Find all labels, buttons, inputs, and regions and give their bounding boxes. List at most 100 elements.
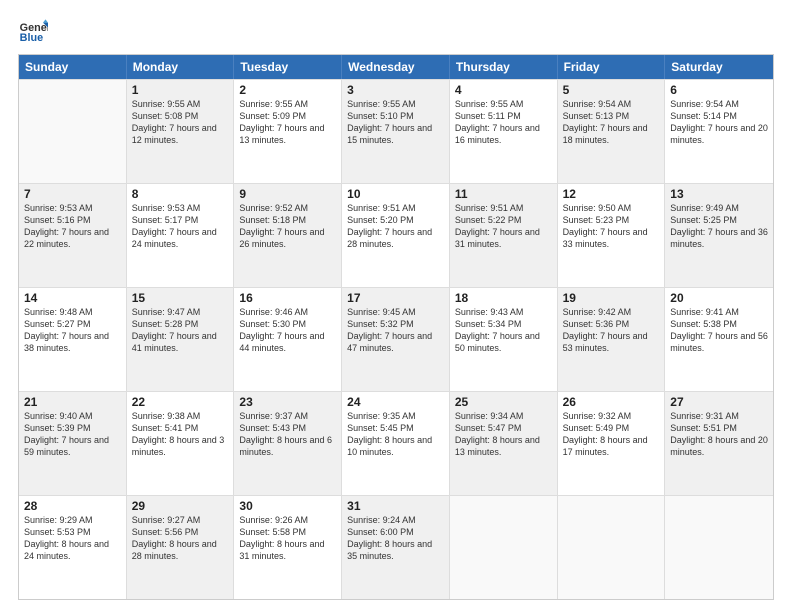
daylight-text: Daylight: 7 hours and 38 minutes. [24, 330, 121, 354]
daylight-text: Daylight: 7 hours and 31 minutes. [455, 226, 552, 250]
daylight-text: Daylight: 7 hours and 44 minutes. [239, 330, 336, 354]
daylight-text: Daylight: 7 hours and 18 minutes. [563, 122, 660, 146]
daylight-text: Daylight: 7 hours and 16 minutes. [455, 122, 552, 146]
daylight-text: Daylight: 8 hours and 17 minutes. [563, 434, 660, 458]
sunrise-text: Sunrise: 9:38 AM [132, 410, 229, 422]
sunrise-text: Sunrise: 9:34 AM [455, 410, 552, 422]
daylight-text: Daylight: 7 hours and 53 minutes. [563, 330, 660, 354]
calendar-header: SundayMondayTuesdayWednesdayThursdayFrid… [19, 55, 773, 79]
sunrise-text: Sunrise: 9:24 AM [347, 514, 444, 526]
day-number: 12 [563, 187, 660, 201]
day-number: 11 [455, 187, 552, 201]
daylight-text: Daylight: 8 hours and 6 minutes. [239, 434, 336, 458]
sunrise-text: Sunrise: 9:37 AM [239, 410, 336, 422]
table-row [450, 496, 558, 599]
day-number: 6 [670, 83, 768, 97]
sunrise-text: Sunrise: 9:32 AM [563, 410, 660, 422]
day-header-monday: Monday [127, 55, 235, 79]
table-row: 8Sunrise: 9:53 AMSunset: 5:17 PMDaylight… [127, 184, 235, 287]
daylight-text: Daylight: 8 hours and 13 minutes. [455, 434, 552, 458]
day-number: 22 [132, 395, 229, 409]
table-row: 6Sunrise: 9:54 AMSunset: 5:14 PMDaylight… [665, 80, 773, 183]
table-row: 9Sunrise: 9:52 AMSunset: 5:18 PMDaylight… [234, 184, 342, 287]
sunset-text: Sunset: 5:25 PM [670, 214, 768, 226]
sunrise-text: Sunrise: 9:43 AM [455, 306, 552, 318]
day-number: 18 [455, 291, 552, 305]
day-header-thursday: Thursday [450, 55, 558, 79]
logo: General Blue [18, 16, 48, 46]
sunset-text: Sunset: 5:10 PM [347, 110, 444, 122]
table-row: 31Sunrise: 9:24 AMSunset: 6:00 PMDayligh… [342, 496, 450, 599]
day-number: 25 [455, 395, 552, 409]
sunset-text: Sunset: 5:09 PM [239, 110, 336, 122]
sunrise-text: Sunrise: 9:35 AM [347, 410, 444, 422]
daylight-text: Daylight: 7 hours and 36 minutes. [670, 226, 768, 250]
daylight-text: Daylight: 7 hours and 28 minutes. [347, 226, 444, 250]
sunrise-text: Sunrise: 9:46 AM [239, 306, 336, 318]
sunrise-text: Sunrise: 9:55 AM [239, 98, 336, 110]
calendar-week-3: 14Sunrise: 9:48 AMSunset: 5:27 PMDayligh… [19, 287, 773, 391]
table-row: 19Sunrise: 9:42 AMSunset: 5:36 PMDayligh… [558, 288, 666, 391]
table-row: 26Sunrise: 9:32 AMSunset: 5:49 PMDayligh… [558, 392, 666, 495]
sunset-text: Sunset: 5:11 PM [455, 110, 552, 122]
sunset-text: Sunset: 5:27 PM [24, 318, 121, 330]
table-row: 21Sunrise: 9:40 AMSunset: 5:39 PMDayligh… [19, 392, 127, 495]
sunrise-text: Sunrise: 9:45 AM [347, 306, 444, 318]
table-row: 13Sunrise: 9:49 AMSunset: 5:25 PMDayligh… [665, 184, 773, 287]
calendar: SundayMondayTuesdayWednesdayThursdayFrid… [18, 54, 774, 600]
sunrise-text: Sunrise: 9:51 AM [347, 202, 444, 214]
sunrise-text: Sunrise: 9:49 AM [670, 202, 768, 214]
day-number: 23 [239, 395, 336, 409]
daylight-text: Daylight: 8 hours and 35 minutes. [347, 538, 444, 562]
sunset-text: Sunset: 5:17 PM [132, 214, 229, 226]
sunrise-text: Sunrise: 9:55 AM [347, 98, 444, 110]
sunrise-text: Sunrise: 9:47 AM [132, 306, 229, 318]
daylight-text: Daylight: 7 hours and 13 minutes. [239, 122, 336, 146]
day-header-saturday: Saturday [665, 55, 773, 79]
calendar-week-5: 28Sunrise: 9:29 AMSunset: 5:53 PMDayligh… [19, 495, 773, 599]
day-number: 19 [563, 291, 660, 305]
table-row: 11Sunrise: 9:51 AMSunset: 5:22 PMDayligh… [450, 184, 558, 287]
daylight-text: Daylight: 7 hours and 56 minutes. [670, 330, 768, 354]
sunrise-text: Sunrise: 9:42 AM [563, 306, 660, 318]
daylight-text: Daylight: 7 hours and 15 minutes. [347, 122, 444, 146]
svg-text:Blue: Blue [20, 32, 43, 44]
day-header-wednesday: Wednesday [342, 55, 450, 79]
daylight-text: Daylight: 7 hours and 24 minutes. [132, 226, 229, 250]
sunrise-text: Sunrise: 9:26 AM [239, 514, 336, 526]
sunrise-text: Sunrise: 9:55 AM [455, 98, 552, 110]
daylight-text: Daylight: 7 hours and 50 minutes. [455, 330, 552, 354]
day-number: 3 [347, 83, 444, 97]
day-number: 10 [347, 187, 444, 201]
day-number: 16 [239, 291, 336, 305]
day-number: 20 [670, 291, 768, 305]
table-row: 10Sunrise: 9:51 AMSunset: 5:20 PMDayligh… [342, 184, 450, 287]
sunset-text: Sunset: 5:22 PM [455, 214, 552, 226]
daylight-text: Daylight: 8 hours and 20 minutes. [670, 434, 768, 458]
day-number: 21 [24, 395, 121, 409]
daylight-text: Daylight: 7 hours and 33 minutes. [563, 226, 660, 250]
sunset-text: Sunset: 5:18 PM [239, 214, 336, 226]
sunset-text: Sunset: 5:23 PM [563, 214, 660, 226]
daylight-text: Daylight: 8 hours and 31 minutes. [239, 538, 336, 562]
daylight-text: Daylight: 7 hours and 22 minutes. [24, 226, 121, 250]
table-row [558, 496, 666, 599]
table-row: 7Sunrise: 9:53 AMSunset: 5:16 PMDaylight… [19, 184, 127, 287]
table-row: 4Sunrise: 9:55 AMSunset: 5:11 PMDaylight… [450, 80, 558, 183]
day-number: 4 [455, 83, 552, 97]
sunrise-text: Sunrise: 9:27 AM [132, 514, 229, 526]
day-number: 1 [132, 83, 229, 97]
sunrise-text: Sunrise: 9:31 AM [670, 410, 768, 422]
sunrise-text: Sunrise: 9:52 AM [239, 202, 336, 214]
table-row: 18Sunrise: 9:43 AMSunset: 5:34 PMDayligh… [450, 288, 558, 391]
sunset-text: Sunset: 5:30 PM [239, 318, 336, 330]
page-header: General Blue [18, 16, 774, 46]
sunset-text: Sunset: 5:38 PM [670, 318, 768, 330]
table-row: 3Sunrise: 9:55 AMSunset: 5:10 PMDaylight… [342, 80, 450, 183]
day-number: 14 [24, 291, 121, 305]
table-row: 30Sunrise: 9:26 AMSunset: 5:58 PMDayligh… [234, 496, 342, 599]
day-header-friday: Friday [558, 55, 666, 79]
sunset-text: Sunset: 5:34 PM [455, 318, 552, 330]
table-row: 20Sunrise: 9:41 AMSunset: 5:38 PMDayligh… [665, 288, 773, 391]
sunset-text: Sunset: 5:28 PM [132, 318, 229, 330]
